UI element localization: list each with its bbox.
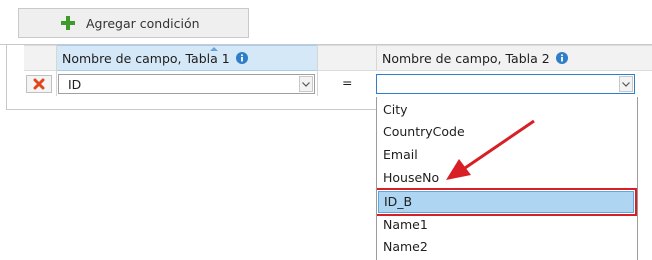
plus-icon: [61, 16, 75, 30]
add-condition-button[interactable]: Agregar condición: [18, 8, 249, 38]
panel-bottom-border: [6, 109, 376, 110]
field1-value: ID: [68, 77, 82, 92]
info-icon[interactable]: [555, 51, 568, 64]
operator-label: =: [342, 75, 353, 90]
table-row: ID =: [24, 72, 635, 96]
sort-ascending-icon: [210, 47, 218, 51]
dropdown-option[interactable]: Name1: [377, 214, 635, 236]
conditions-grid: Nombre de campo, Tabla 1 Nombre de campo…: [24, 45, 652, 96]
column-header-table2-label: Nombre de campo, Tabla 2: [382, 50, 550, 66]
info-icon[interactable]: [235, 51, 248, 64]
chevron-down-icon: [622, 81, 630, 87]
column-divider: [376, 45, 377, 71]
delete-row-button[interactable]: [26, 75, 52, 93]
field2-combobox[interactable]: [376, 74, 635, 94]
delete-x-icon: [33, 78, 45, 90]
field1-combobox[interactable]: ID: [58, 74, 315, 94]
column-header-table2[interactable]: Nombre de campo, Tabla 2: [376, 45, 652, 71]
header-delete-cell: [24, 45, 56, 71]
dropdown-option[interactable]: Name2: [377, 236, 635, 258]
annotation-arrow-icon: [446, 119, 535, 180]
field1-dropdown-button[interactable]: [299, 76, 313, 92]
column-header-table1-label: Nombre de campo, Tabla 1: [62, 50, 230, 66]
chevron-down-icon: [302, 81, 310, 87]
add-condition-label: Agregar condición: [86, 15, 200, 31]
panel-left-border: [6, 44, 7, 110]
field2-dropdown-button[interactable]: [619, 76, 633, 92]
column-header-table1[interactable]: Nombre de campo, Tabla 1: [56, 45, 317, 71]
dropdown-option-highlighted[interactable]: ID_B: [377, 188, 637, 216]
header-operator-cell: [317, 45, 376, 71]
